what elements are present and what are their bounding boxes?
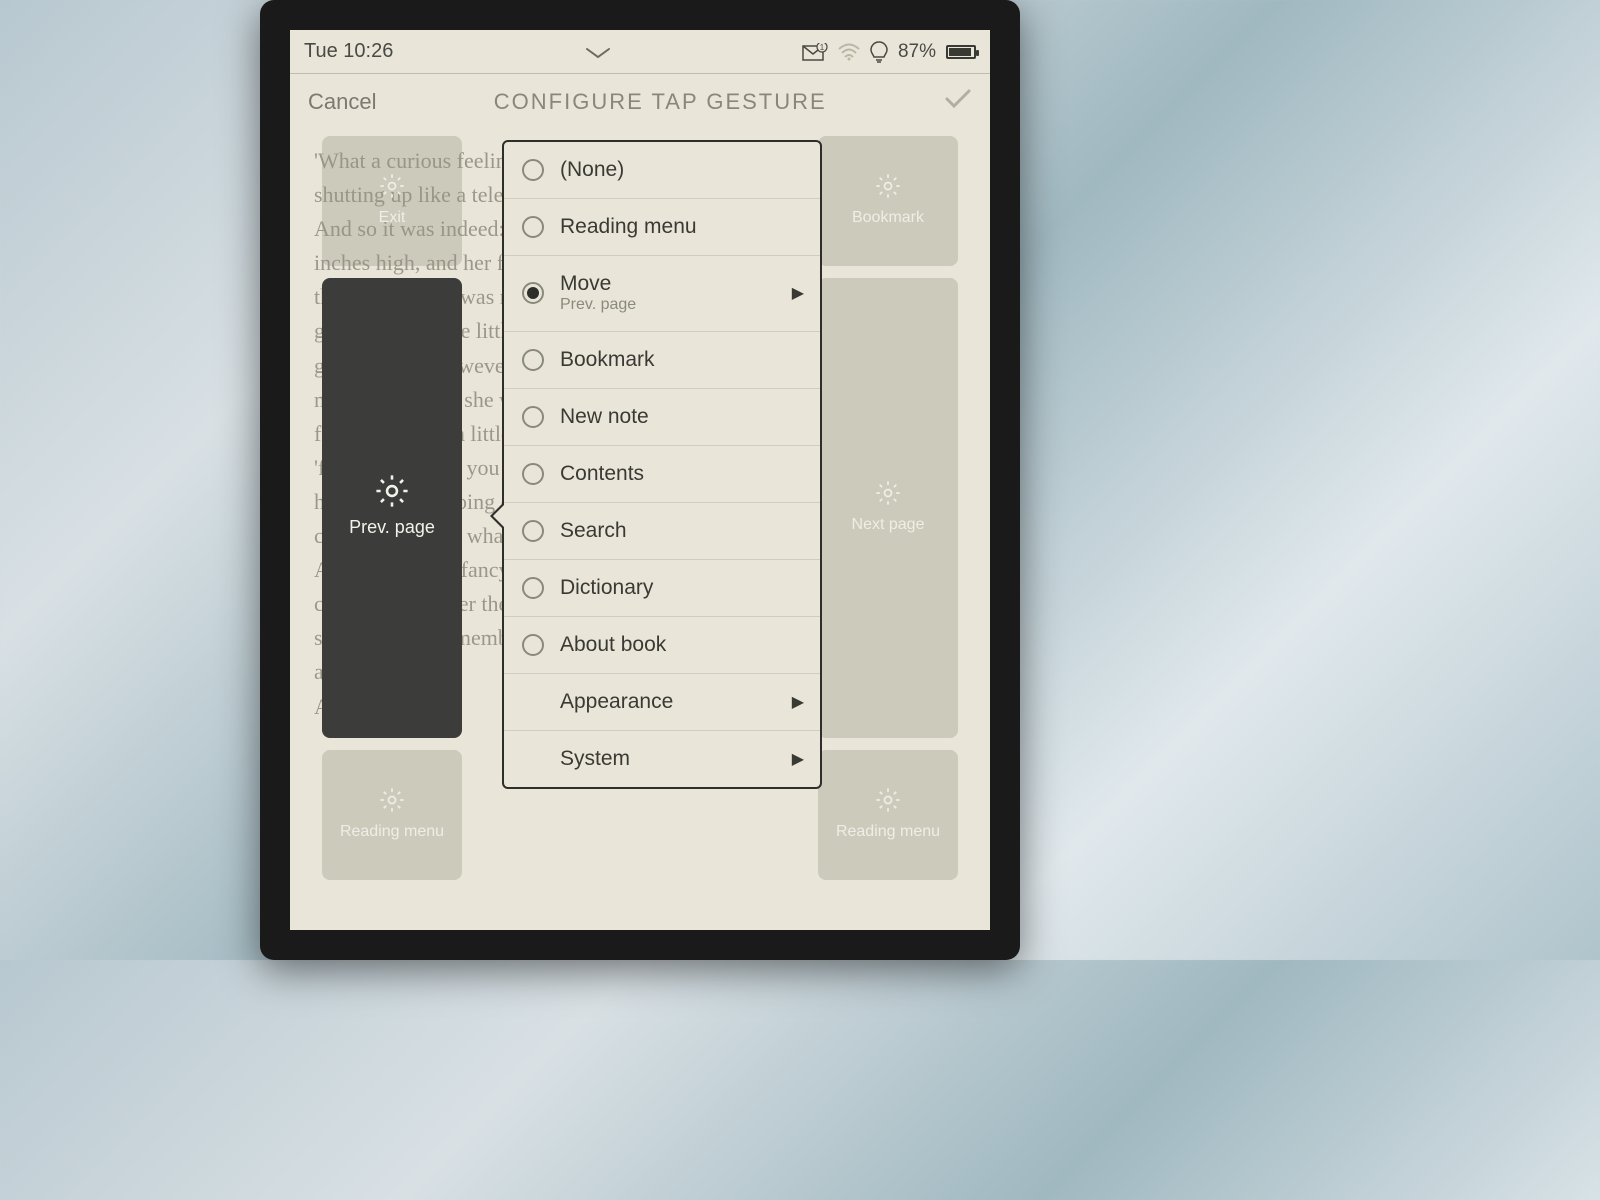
zone-label: Exit [379, 206, 406, 231]
zone-reading-menu-right[interactable]: Reading menu [818, 750, 958, 880]
mail-icon[interactable]: 1 [802, 43, 828, 61]
zone-prev-page[interactable]: Prev. page [322, 278, 462, 738]
menu-item-reading-menu[interactable]: Reading menu [504, 199, 820, 256]
menu-item-label: Dictionary [560, 576, 653, 600]
menu-item-label: New note [560, 405, 649, 429]
screen: Tue 10:26 1 [290, 30, 990, 930]
menu-item-move[interactable]: Move Prev. page ▶ [504, 256, 820, 332]
page-title: CONFIGURE TAP GESTURE [494, 89, 827, 115]
chevron-right-icon: ▶ [792, 749, 804, 769]
menu-item-about-book[interactable]: About book [504, 617, 820, 674]
zone-label: Reading menu [340, 820, 444, 845]
zone-label: Next page [852, 513, 925, 538]
gear-icon [375, 474, 409, 508]
radio-icon [522, 520, 544, 542]
battery-icon [946, 45, 976, 59]
menu-item-label: Move [560, 272, 636, 296]
menu-item-search[interactable]: Search [504, 503, 820, 560]
menu-item-label: (None) [560, 158, 624, 182]
zone-next-page[interactable]: Next page [818, 278, 958, 738]
menu-item-label: Contents [560, 462, 644, 486]
wifi-icon[interactable] [838, 43, 860, 61]
action-popup: (None) Reading menu Move Prev. page ▶ Bo… [502, 140, 822, 789]
zone-label: Reading menu [836, 820, 940, 845]
cancel-button[interactable]: Cancel [308, 89, 376, 115]
menu-item-dictionary[interactable]: Dictionary [504, 560, 820, 617]
radio-icon [522, 577, 544, 599]
menu-item-label: Appearance [560, 690, 673, 714]
zone-reading-menu-left[interactable]: Reading menu [322, 750, 462, 880]
status-time: Tue 10:26 [304, 40, 393, 63]
gear-icon [378, 172, 406, 200]
gear-icon [874, 479, 902, 507]
zone-bookmark[interactable]: Bookmark [818, 136, 958, 266]
radio-icon [522, 349, 544, 371]
gear-icon [874, 786, 902, 814]
zone-label: Bookmark [852, 206, 924, 231]
gear-icon [378, 786, 406, 814]
menu-item-new-note[interactable]: New note [504, 389, 820, 446]
menu-item-none[interactable]: (None) [504, 142, 820, 199]
chevron-right-icon: ▶ [792, 283, 804, 303]
menu-item-bookmark[interactable]: Bookmark [504, 332, 820, 389]
zone-exit[interactable]: Exit [322, 136, 462, 266]
menu-item-label: Search [560, 519, 627, 543]
radio-icon [522, 406, 544, 428]
menu-item-label: Bookmark [560, 348, 655, 372]
status-right: 1 87% [802, 41, 976, 63]
menu-item-contents[interactable]: Contents [504, 446, 820, 503]
menu-item-appearance[interactable]: Appearance ▶ [504, 674, 820, 731]
radio-icon [522, 634, 544, 656]
radio-icon [522, 216, 544, 238]
zone-label: Prev. page [349, 514, 435, 542]
radio-icon [522, 463, 544, 485]
radio-icon [522, 159, 544, 181]
bulb-icon[interactable] [870, 41, 888, 63]
gear-icon [874, 172, 902, 200]
menu-item-label: System [560, 747, 630, 771]
chevron-down-icon[interactable] [585, 39, 611, 65]
battery-percent: 87% [898, 41, 936, 63]
svg-text:1: 1 [820, 43, 825, 52]
device-frame: Tue 10:26 1 [260, 0, 1020, 960]
confirm-check-icon[interactable] [944, 88, 972, 115]
menu-item-label: About book [560, 633, 666, 657]
config-header: Cancel CONFIGURE TAP GESTURE [290, 74, 990, 129]
chevron-right-icon: ▶ [792, 692, 804, 712]
radio-icon [522, 282, 544, 304]
menu-item-system[interactable]: System ▶ [504, 731, 820, 787]
menu-item-label: Reading menu [560, 215, 697, 239]
menu-item-sublabel: Prev. page [560, 296, 636, 314]
status-bar[interactable]: Tue 10:26 1 [290, 30, 990, 74]
